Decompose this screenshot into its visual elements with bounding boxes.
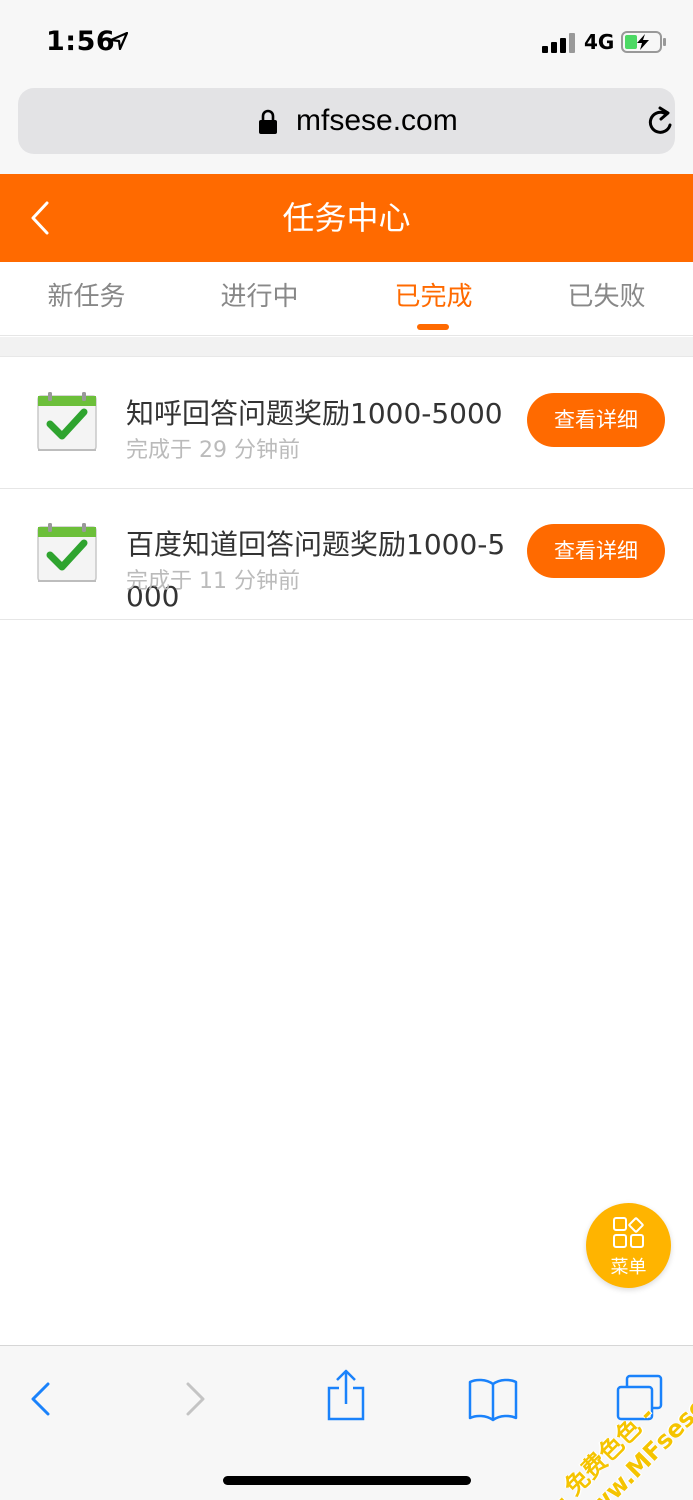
section-divider bbox=[0, 337, 693, 357]
lock-icon bbox=[259, 109, 277, 134]
back-icon[interactable] bbox=[28, 200, 52, 236]
menu-label: 菜单 bbox=[610, 1257, 647, 1278]
network-type: 4G bbox=[584, 30, 615, 54]
bookmarks-icon[interactable] bbox=[468, 1376, 518, 1422]
share-icon[interactable] bbox=[326, 1368, 366, 1422]
browser-back-icon[interactable] bbox=[28, 1381, 54, 1417]
app-header: 任务中心 bbox=[0, 174, 693, 262]
tab-failed[interactable]: 已失败 bbox=[520, 262, 693, 336]
calendar-check-icon bbox=[37, 523, 97, 582]
tab-new[interactable]: 新任务 bbox=[0, 262, 173, 336]
tabs-icon[interactable] bbox=[615, 1374, 665, 1422]
grid-icon bbox=[613, 1217, 644, 1248]
home-indicator bbox=[223, 1476, 471, 1485]
status-time: 1:56 bbox=[46, 26, 116, 57]
menu-fab-button[interactable]: 菜单 bbox=[586, 1203, 671, 1288]
task-completed-time: 完成于 29 分钟前 bbox=[126, 438, 300, 463]
signal-strength-icon bbox=[542, 33, 576, 53]
tab-bar: 新任务 进行中 已完成 已失败 bbox=[0, 262, 693, 336]
page-title: 任务中心 bbox=[282, 199, 411, 237]
reload-icon[interactable] bbox=[645, 106, 677, 138]
task-completed-time: 完成于 11 分钟前 bbox=[126, 569, 300, 594]
task-row: 百度知道回答问题奖励1000-5000 完成于 11 分钟前 查看详细 bbox=[0, 489, 693, 620]
active-tab-indicator bbox=[417, 324, 449, 330]
browser-address-area: mfsese.com bbox=[0, 86, 693, 174]
address-bar[interactable]: mfsese.com bbox=[18, 88, 675, 154]
browser-forward-icon[interactable] bbox=[182, 1381, 208, 1417]
browser-toolbar bbox=[0, 1345, 693, 1500]
status-bar: 1:56 4G bbox=[0, 0, 693, 86]
view-details-button[interactable]: 查看详细 bbox=[527, 393, 665, 447]
location-arrow-icon bbox=[110, 32, 128, 50]
view-details-button[interactable]: 查看详细 bbox=[527, 524, 665, 578]
task-row: 知呼回答问题奖励1000-5000 完成于 29 分钟前 查看详细 bbox=[0, 358, 693, 489]
url-text[interactable]: mfsese.com bbox=[296, 104, 458, 138]
battery-charging-icon bbox=[621, 31, 666, 53]
calendar-check-icon bbox=[37, 392, 97, 451]
tab-in-progress[interactable]: 进行中 bbox=[173, 262, 346, 336]
